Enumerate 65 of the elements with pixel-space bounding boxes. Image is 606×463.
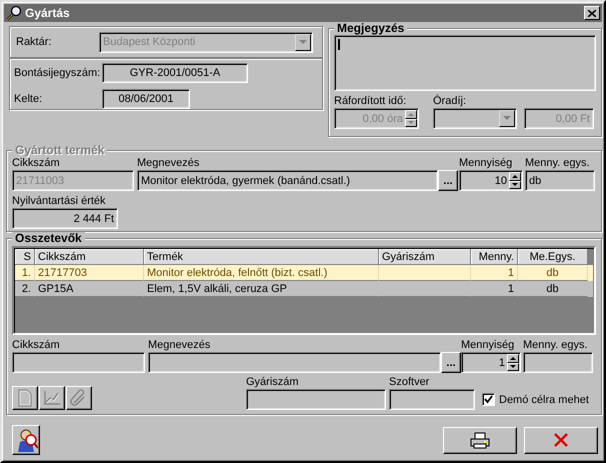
- close-button[interactable]: [524, 426, 598, 454]
- browse-button[interactable]: ...: [441, 352, 461, 373]
- field-label: Óradíj:: [433, 95, 468, 108]
- input-field[interactable]: [12, 352, 145, 373]
- print-button[interactable]: [443, 426, 517, 454]
- input-field[interactable]: GYR-2001/0051-A: [102, 63, 248, 83]
- table-cell: GP15A: [35, 281, 144, 297]
- user-button[interactable]: [12, 425, 40, 455]
- table-cell: 1: [471, 281, 518, 297]
- group-title: Gyártott termék: [12, 144, 108, 157]
- close-button[interactable]: [584, 6, 600, 20]
- field-label: Menny. egys.: [525, 157, 591, 170]
- input-field[interactable]: [148, 352, 441, 373]
- field-label: Cikkszám: [12, 339, 61, 352]
- table-row[interactable]: 2. GP15A Elem, 1,5V alkáli, ceruza GP 1 db: [15, 281, 593, 297]
- field-label: Nyilvántartási érték: [12, 195, 107, 208]
- column-header[interactable]: Cikkszám: [35, 249, 144, 265]
- table-cell: db: [518, 281, 588, 297]
- spin-field[interactable]: 1: [461, 352, 521, 373]
- field-label: Ráfordított idő:: [334, 95, 408, 108]
- down-arrow-icon: [503, 116, 511, 121]
- input-field[interactable]: [389, 389, 475, 410]
- input-field[interactable]: [246, 389, 386, 410]
- note-field[interactable]: [334, 35, 596, 91]
- field-label: Megnevezés: [137, 157, 200, 170]
- field-label: Gyáriszám: [246, 376, 300, 389]
- check-icon: [484, 395, 493, 404]
- field-label: Menny. egys.: [523, 339, 589, 352]
- up-arrow-icon: [509, 356, 517, 361]
- up-arrow-icon: [407, 112, 415, 117]
- field-label: Raktár:: [16, 36, 52, 48]
- group-title: Megjegyzés: [334, 22, 408, 35]
- printer-icon: [470, 432, 490, 448]
- table-cell: 2.: [15, 281, 35, 297]
- field-label: Cikkszám: [12, 157, 61, 170]
- field-label: Mennyiség: [459, 157, 514, 170]
- close-icon: [588, 10, 596, 16]
- column-header[interactable]: Termék: [144, 249, 379, 265]
- field-label: Szoftver: [389, 376, 430, 389]
- group-title: Osszetevők: [12, 232, 85, 245]
- field-label: Mennyiség: [461, 339, 516, 352]
- down-arrow-icon: [407, 120, 415, 126]
- table-row[interactable]: 1. 21717703 Monitor elektróda, felnőtt (bizt. csatl.) 1 db: [15, 265, 593, 281]
- column-header[interactable]: Me.Egys.: [518, 249, 588, 265]
- down-arrow-icon: [511, 182, 519, 188]
- magnifier-icon: [6, 5, 22, 21]
- column-header[interactable]: Gyáriszám: [379, 249, 471, 265]
- field-label: Bontásijegyszám:: [14, 66, 102, 80]
- table-cell: Elem, 1,5V alkáli, ceruza GP: [144, 281, 379, 297]
- input-field[interactable]: [523, 352, 593, 373]
- down-arrow-icon: [299, 40, 307, 44]
- checkbox[interactable]: [482, 393, 495, 406]
- column-header[interactable]: S: [15, 249, 35, 265]
- spin-up-button[interactable]: [507, 354, 519, 362]
- field-label: Kelte:: [14, 92, 44, 106]
- up-arrow-icon: [511, 174, 519, 179]
- column-header[interactable]: Menny.: [471, 249, 518, 265]
- window-title: Gyártás: [25, 6, 71, 20]
- input-field[interactable]: 08/06/2001: [102, 89, 190, 109]
- close-icon: [553, 432, 569, 448]
- field-label: Megnevezés: [148, 339, 212, 352]
- text-cursor: [338, 39, 340, 50]
- checkbox-label: Demó célra mehet: [499, 394, 589, 406]
- down-arrow-icon: [509, 364, 517, 370]
- spin-up-button[interactable]: [509, 172, 521, 180]
